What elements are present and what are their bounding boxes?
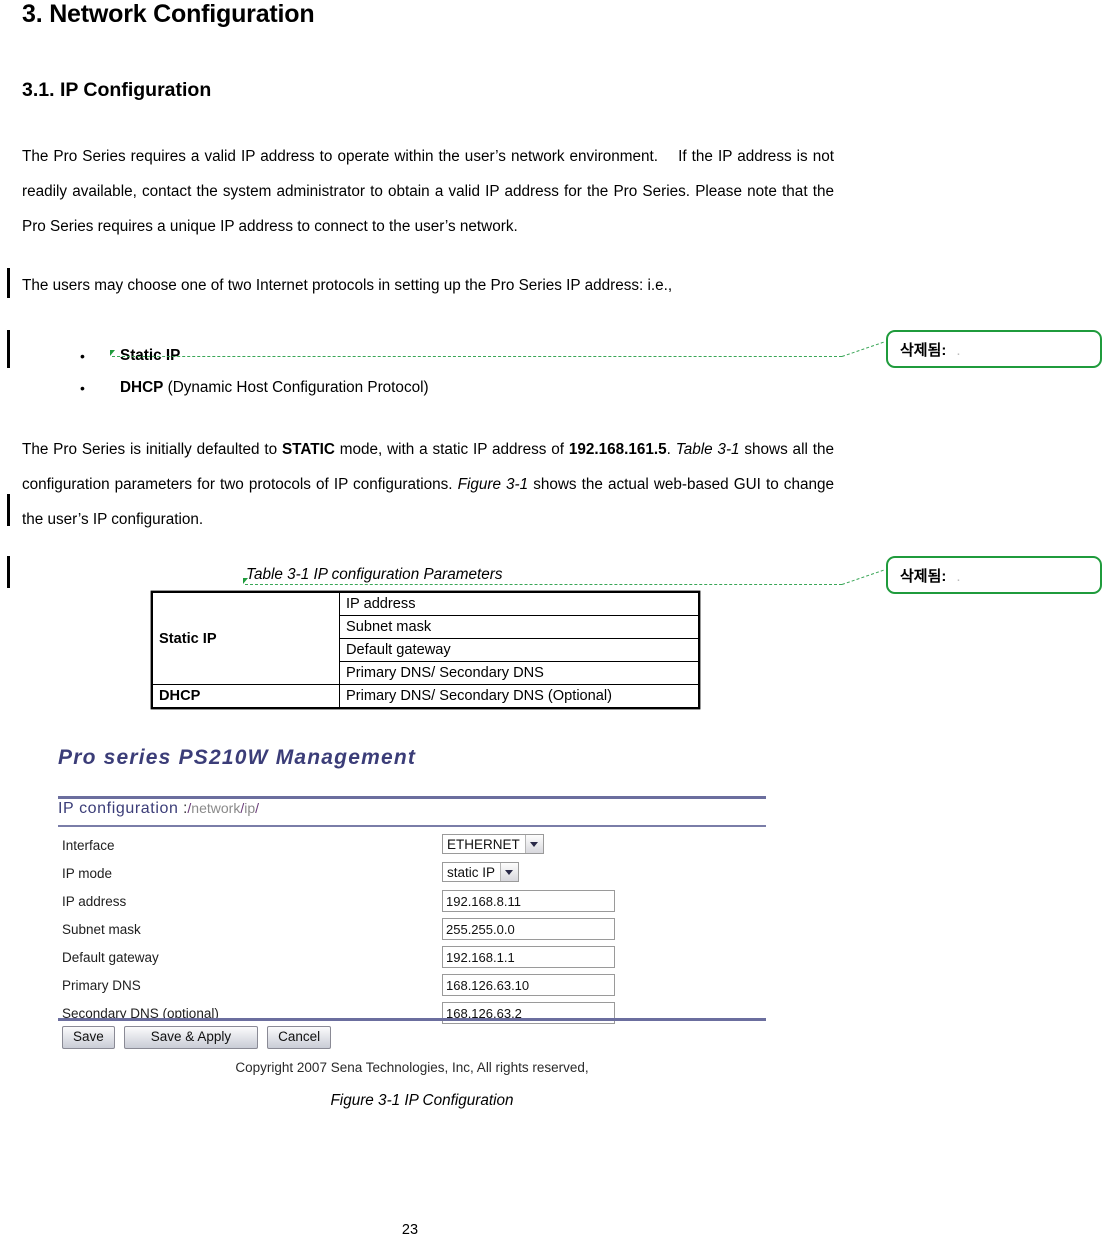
page-title-section-3: 3. Network Configuration <box>22 0 315 28</box>
form-row-ip-address: IP address <box>58 890 766 917</box>
page-title-section-3-1: 3.1. IP Configuration <box>22 79 212 101</box>
paragraph-protocols-lead: The users may choose one of two Internet… <box>22 277 673 294</box>
text-bold-ip-address: 192.168.161.5 <box>568 441 667 458</box>
list-item: • DHCP (Dynamic Host Configuration Proto… <box>80 372 720 404</box>
gui-section-title: IP configuration <box>58 800 179 817</box>
default-gateway-input[interactable] <box>442 946 615 968</box>
bullet-dot-icon: • <box>80 348 85 364</box>
ip-parameters-table: Static IP IP address Subnet mask Default… <box>152 592 699 708</box>
field-label-default-gateway: Default gateway <box>62 950 159 965</box>
primary-dns-input[interactable] <box>442 974 615 996</box>
revision-balloon-value: . <box>956 568 961 585</box>
paragraph-static-default: The Pro Series is initially defaulted to… <box>22 432 834 537</box>
text-fragment: The Pro Series is initially defaulted to <box>22 441 282 458</box>
ip-mode-select-value: static IP <box>447 865 496 880</box>
protocol-bullet-list: • Static IP • DHCP (Dynamic Host Configu… <box>80 340 720 404</box>
table-cell-parameter: Primary DNS/ Secondary DNS (Optional) <box>339 684 699 708</box>
figure-caption: Figure 3-1 IP Configuration <box>330 1092 514 1109</box>
revision-change-bar <box>7 268 10 298</box>
table-cell-parameter: IP address <box>339 592 699 616</box>
field-label-interface: Interface <box>62 838 115 853</box>
revision-change-bar <box>7 330 10 368</box>
field-label-ip-address: IP address <box>62 894 127 909</box>
paragraph-intro-sentence-1: The Pro Series requires a valid IP addre… <box>22 148 658 165</box>
form-row-subnet-mask: Subnet mask <box>58 918 766 945</box>
table-cell-protocol-static: Static IP <box>152 592 340 685</box>
chevron-down-icon[interactable] <box>524 835 543 853</box>
revision-leader-line <box>112 356 842 357</box>
field-label-ip-mode: IP mode <box>62 866 113 881</box>
form-row-primary-dns: Primary DNS <box>58 974 766 1001</box>
gui-button-row: Save Save & Apply Cancel <box>62 1026 340 1049</box>
table-cell-parameter: Subnet mask <box>339 615 699 639</box>
gui-breadcrumb-segment-network[interactable]: network <box>191 800 240 816</box>
form-row-interface: Interface ETHERNET <box>58 834 766 861</box>
subnet-mask-input[interactable] <box>442 918 615 940</box>
ip-mode-select[interactable]: static IP <box>442 862 520 882</box>
revision-leader-line-diagonal <box>841 341 884 357</box>
text-ref-figure: Figure 3-1 <box>457 476 529 493</box>
gui-breadcrumb-segment-ip[interactable]: ip <box>244 800 255 816</box>
table-caption: Table 3-1 IP configuration Parameters <box>246 566 503 583</box>
form-row-secondary-dns: Secondary DNS (optional) <box>58 1002 766 1029</box>
table-cell-parameter: Default gateway <box>339 638 699 662</box>
revision-change-bar <box>7 494 10 526</box>
field-label-subnet-mask: Subnet mask <box>62 922 141 937</box>
revision-balloon-label: 삭제됨: <box>900 342 947 359</box>
text-ref-table: Table 3-1 <box>675 441 740 458</box>
ip-address-input[interactable] <box>442 890 615 912</box>
document-page: 3. Network Configuration 3.1. IP Configu… <box>0 0 1106 1244</box>
table-cell-protocol-dhcp: DHCP <box>152 684 340 708</box>
save-button[interactable]: Save <box>62 1026 115 1049</box>
gui-breadcrumb: IP configuration :/network/ip/ <box>58 800 259 818</box>
interface-select-value: ETHERNET <box>447 837 520 852</box>
interface-select[interactable]: ETHERNET <box>442 834 544 854</box>
text-fragment: mode, with a static IP address of <box>334 441 569 458</box>
gui-breadcrumb-slash: / <box>255 800 260 816</box>
table-row: Static IP IP address <box>152 592 699 685</box>
form-row-ip-mode: IP mode static IP <box>58 862 766 889</box>
list-item-label: DHCP <box>120 379 164 396</box>
page-number: 23 <box>401 1222 419 1238</box>
save-and-apply-button[interactable]: Save & Apply <box>123 1026 259 1049</box>
field-label-primary-dns: Primary DNS <box>62 978 141 993</box>
gui-divider-top <box>58 796 766 799</box>
cancel-button[interactable]: Cancel <box>267 1026 332 1049</box>
gui-divider-bottom <box>58 1018 766 1021</box>
revision-balloon[interactable]: 삭제됨:. <box>886 330 1102 368</box>
table-cell-parameter: Primary DNS/ Secondary DNS <box>339 661 699 685</box>
gui-divider-middle <box>58 825 766 827</box>
bullet-dot-icon: • <box>80 380 85 396</box>
paragraph-intro: The Pro Series requires a valid IP addre… <box>22 139 834 244</box>
revision-balloon[interactable]: 삭제됨:. <box>886 556 1102 594</box>
chevron-down-icon[interactable] <box>500 863 519 881</box>
revision-leader-line <box>245 584 842 585</box>
revision-leader-line-diagonal <box>841 569 884 585</box>
revision-balloon-value: . <box>956 342 961 359</box>
gui-copyright: Copyright 2007 Sena Technologies, Inc, A… <box>235 1060 589 1075</box>
revision-balloon-label: 삭제됨: <box>900 568 947 585</box>
revision-change-bar <box>7 556 10 588</box>
form-row-default-gateway: Default gateway <box>58 946 766 973</box>
list-item-detail: (Dynamic Host Configuration Protocol) <box>163 379 429 396</box>
text-fragment: . <box>666 441 676 458</box>
table-row: DHCP Primary DNS/ Secondary DNS (Optiona… <box>152 684 699 708</box>
gui-product-title: Pro series PS210W Management <box>58 746 417 769</box>
text-bold-static: STATIC <box>281 441 335 458</box>
